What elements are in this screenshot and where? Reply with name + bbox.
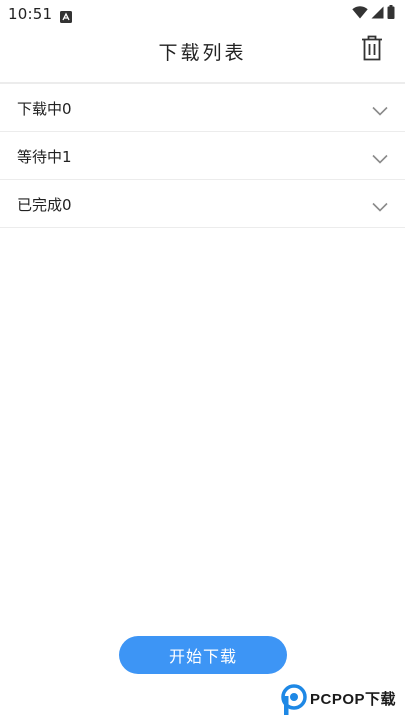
page-title: 下载列表 (158, 42, 247, 64)
status-time: 10:51 (8, 5, 53, 23)
battery-icon (387, 4, 395, 23)
watermark-logo: PCPOP下载 (280, 684, 402, 716)
delete-button[interactable] (359, 35, 385, 65)
group-downloading[interactable]: 下载中0 (0, 84, 405, 132)
trash-icon (361, 35, 383, 65)
download-group-list: 下载中0 等待中1 已完成0 (0, 84, 405, 228)
group-label: 等待中1 (17, 148, 72, 166)
chevron-down-icon (372, 149, 388, 164)
chevron-down-icon (372, 197, 388, 212)
app-header: 下载列表 (0, 28, 405, 82)
chevron-down-icon (372, 101, 388, 116)
start-download-button[interactable]: 开始下载 (119, 636, 287, 674)
group-waiting[interactable]: 等待中1 (0, 132, 405, 180)
watermark-text: PCPOP下载 (310, 691, 397, 708)
wifi-icon (352, 4, 368, 23)
group-label: 已完成0 (17, 196, 72, 214)
cell-signal-icon (371, 4, 384, 23)
pcpop-logo-icon (280, 684, 308, 720)
status-bar: 10:51 (0, 0, 405, 28)
status-icons (352, 4, 395, 23)
group-label: 下载中0 (17, 100, 72, 118)
app-notification-icon (60, 8, 72, 23)
group-completed[interactable]: 已完成0 (0, 180, 405, 228)
